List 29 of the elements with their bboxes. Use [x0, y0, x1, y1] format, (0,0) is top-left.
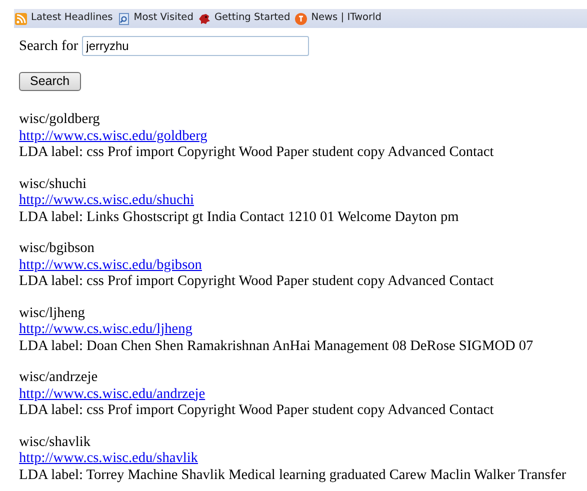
result-name: wisc/goldberg — [19, 111, 100, 127]
lda-label-text: LDA label: Doan Chen Shen Ramakrishnan AnHai Management 08 DeRose SIGMOD 07 — [19, 338, 534, 354]
result-name: wisc/bgibson — [19, 240, 94, 256]
result-link[interactable]: http://www.cs.wisc.edu/goldberg — [19, 128, 208, 144]
result-name: wisc/ljheng — [19, 304, 85, 320]
result-link[interactable]: http://www.cs.wisc.edu/ljheng — [19, 321, 192, 337]
search-button[interactable]: Search — [19, 72, 81, 91]
lda-label-text: LDA label: css Prof import Copyright Wood Paper student copy Advanced Contact — [19, 402, 494, 418]
result-name: wisc/shavlik — [19, 434, 90, 450]
result-link[interactable]: http://www.cs.wisc.edu/shavlik — [19, 450, 198, 466]
result-link[interactable]: http://www.cs.wisc.edu/shuchi — [19, 192, 194, 208]
bookmark-link[interactable]: Latest Headlines — [31, 10, 113, 27]
lda-label-text: LDA label: css Prof import Copyright Wood Paper student copy Advanced Contact — [19, 144, 494, 160]
lda-label-text: LDA label: Torrey Machine Shavlik Medical learning graduated Carew Maclin Walker Transfer — [19, 466, 566, 482]
result-link[interactable]: http://www.cs.wisc.edu/andrzeje — [19, 386, 206, 402]
lda-label-text: LDA label: css Prof import Copyright Wood Paper student copy Advanced Contact — [19, 273, 494, 289]
circle-logo-icon — [295, 12, 308, 24]
rss-icon — [15, 12, 27, 24]
page-icon — [118, 12, 130, 24]
search-label: Search for — [19, 38, 78, 54]
creature-icon — [198, 12, 210, 24]
result-name: wisc/shuchi — [19, 176, 87, 192]
bookmark-link[interactable]: Getting Started — [214, 10, 290, 27]
search-field[interactable]: jerryzhu — [82, 36, 310, 56]
result-name: wisc/andrzeje — [19, 369, 98, 385]
bookmark-link[interactable]: News | ITworld — [311, 10, 382, 27]
bookmark-link[interactable]: Most Visited — [134, 10, 194, 27]
result-link[interactable]: http://www.cs.wisc.edu/bgibson — [19, 256, 202, 272]
lda-label-text: LDA label: Links Ghostscript gt India Contact 1210 01 Welcome Dayton pm — [19, 208, 459, 224]
